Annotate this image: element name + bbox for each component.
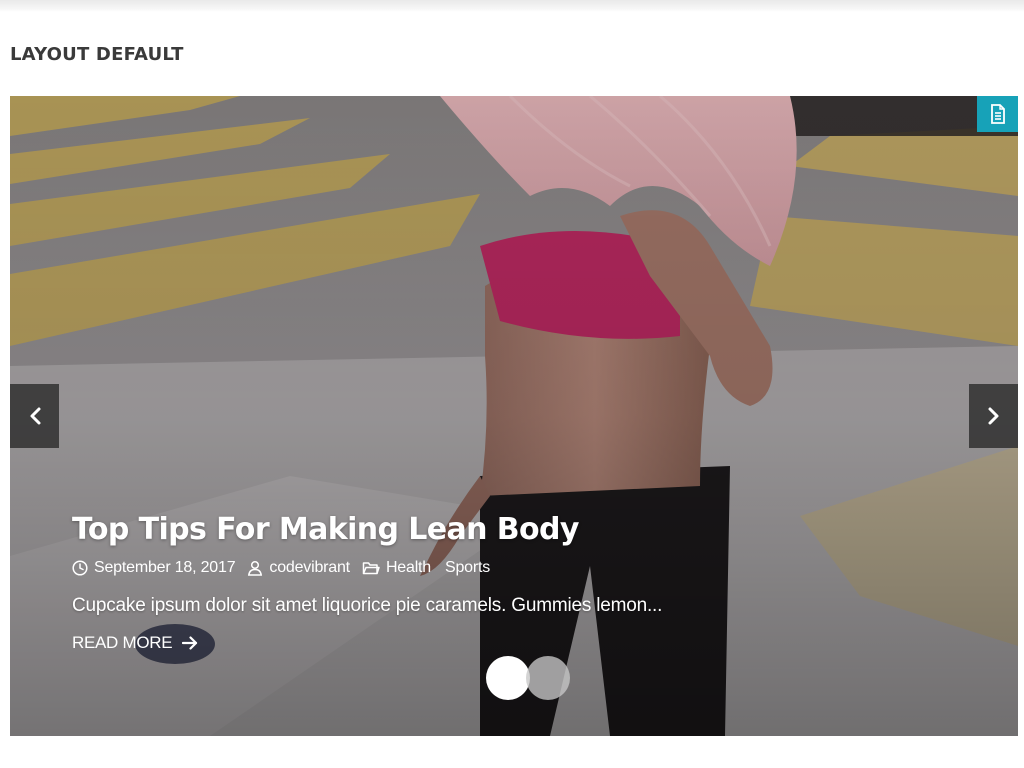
slider-pagination [486, 656, 570, 700]
category-link-health[interactable]: Health [386, 559, 431, 577]
read-more-link[interactable]: READ MORE [72, 633, 198, 653]
read-more-label: READ MORE [72, 633, 173, 652]
slider-prev-button[interactable] [10, 384, 59, 448]
post-title[interactable]: Top Tips For Making Lean Body [72, 510, 792, 549]
header-shadow [0, 0, 1024, 12]
category-link-sports[interactable]: Sports [445, 559, 490, 577]
post-categories: Health Sports [362, 559, 490, 577]
user-icon [248, 560, 263, 576]
pagination-dot-1[interactable] [486, 656, 530, 700]
slider-next-button[interactable] [969, 384, 1018, 448]
chevron-right-icon [988, 407, 998, 425]
section-title: LAYOUT DEFAULT [10, 44, 184, 65]
post-author[interactable]: codevibrant [247, 559, 350, 577]
pagination-dot-2[interactable] [526, 656, 570, 700]
arrow-right-icon [182, 636, 198, 650]
document-icon [977, 96, 1018, 132]
post-author-label: codevibrant [269, 559, 350, 576]
post-slider: Top Tips For Making Lean Body September … [10, 96, 1018, 736]
folder-icon [362, 562, 380, 575]
post-excerpt: Cupcake ipsum dolor sit amet liquorice p… [72, 595, 663, 616]
chevron-left-icon [30, 407, 40, 425]
post-meta: September 18, 2017 codevibrant Health Sp… [72, 559, 792, 577]
post-date[interactable]: September 18, 2017 [72, 559, 236, 577]
slide-caption: Top Tips For Making Lean Body September … [72, 510, 792, 653]
clock-icon [72, 560, 88, 576]
post-date-label: September 18, 2017 [94, 559, 236, 576]
